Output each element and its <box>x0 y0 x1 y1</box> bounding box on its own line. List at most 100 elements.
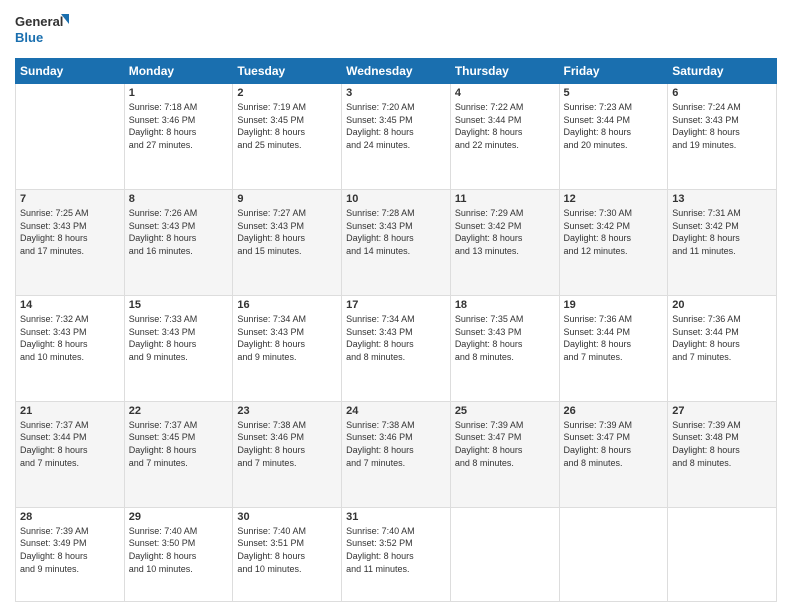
calendar-week-row: 1 Sunrise: 7:18 AM Sunset: 3:46 PM Daylig… <box>16 84 777 190</box>
day-number: 18 <box>455 299 555 311</box>
calendar-cell: 17 Sunrise: 7:34 AM Sunset: 3:43 PM Dayli… <box>342 295 451 401</box>
calendar-cell: 12 Sunrise: 7:30 AM Sunset: 3:42 PM Dayli… <box>559 189 668 295</box>
day-info: Sunrise: 7:31 AM Sunset: 3:42 PM Dayligh… <box>672 207 772 257</box>
day-info: Sunrise: 7:40 AM Sunset: 3:50 PM Dayligh… <box>129 525 229 575</box>
calendar-cell: 22 Sunrise: 7:37 AM Sunset: 3:45 PM Dayli… <box>124 401 233 507</box>
calendar-cell: 2 Sunrise: 7:19 AM Sunset: 3:45 PM Daylig… <box>233 84 342 190</box>
day-number: 22 <box>129 405 229 417</box>
weekday-header-thursday: Thursday <box>450 59 559 84</box>
day-info: Sunrise: 7:35 AM Sunset: 3:43 PM Dayligh… <box>455 313 555 363</box>
day-info: Sunrise: 7:23 AM Sunset: 3:44 PM Dayligh… <box>564 101 664 151</box>
day-info: Sunrise: 7:39 AM Sunset: 3:47 PM Dayligh… <box>455 419 555 469</box>
calendar-table: SundayMondayTuesdayWednesdayThursdayFrid… <box>15 58 777 602</box>
day-number: 1 <box>129 87 229 99</box>
calendar-cell: 10Sunrise: 7:28 AM Sunset: 3:43 PM Dayli… <box>342 189 451 295</box>
day-info: Sunrise: 7:24 AM Sunset: 3:43 PM Dayligh… <box>672 101 772 151</box>
calendar-cell: 16 Sunrise: 7:34 AM Sunset: 3:43 PM Dayli… <box>233 295 342 401</box>
calendar-cell: 4 Sunrise: 7:22 AM Sunset: 3:44 PM Daylig… <box>450 84 559 190</box>
day-info: Sunrise: 7:38 AM Sunset: 3:46 PM Dayligh… <box>237 419 337 469</box>
logo: General Blue <box>15 10 70 50</box>
weekday-header-friday: Friday <box>559 59 668 84</box>
calendar-cell: 31 Sunrise: 7:40 AM Sunset: 3:52 PM Dayli… <box>342 507 451 601</box>
day-number: 9 <box>237 193 337 205</box>
calendar-week-row: 21 Sunrise: 7:37 AM Sunset: 3:44 PM Dayli… <box>16 401 777 507</box>
day-info: Sunrise: 7:36 AM Sunset: 3:44 PM Dayligh… <box>672 313 772 363</box>
day-info: Sunrise: 7:39 AM Sunset: 3:48 PM Dayligh… <box>672 419 772 469</box>
day-info: Sunrise: 7:37 AM Sunset: 3:45 PM Dayligh… <box>129 419 229 469</box>
day-info: Sunrise: 7:18 AM Sunset: 3:46 PM Dayligh… <box>129 101 229 151</box>
calendar-cell <box>450 507 559 601</box>
calendar-cell: 29 Sunrise: 7:40 AM Sunset: 3:50 PM Dayli… <box>124 507 233 601</box>
calendar-cell: 11 Sunrise: 7:29 AM Sunset: 3:42 PM Dayli… <box>450 189 559 295</box>
day-info: Sunrise: 7:32 AM Sunset: 3:43 PM Dayligh… <box>20 313 120 363</box>
calendar-cell: 30Sunrise: 7:40 AM Sunset: 3:51 PM Dayli… <box>233 507 342 601</box>
calendar-cell: 23 Sunrise: 7:38 AM Sunset: 3:46 PM Dayli… <box>233 401 342 507</box>
weekday-header-wednesday: Wednesday <box>342 59 451 84</box>
svg-text:Blue: Blue <box>15 30 43 45</box>
header: General Blue <box>15 10 777 50</box>
day-info: Sunrise: 7:20 AM Sunset: 3:45 PM Dayligh… <box>346 101 446 151</box>
day-info: Sunrise: 7:22 AM Sunset: 3:44 PM Dayligh… <box>455 101 555 151</box>
calendar-container: General Blue SundayMondayTuesdayWednesda… <box>0 0 792 612</box>
calendar-cell: 6 Sunrise: 7:24 AM Sunset: 3:43 PM Daylig… <box>668 84 777 190</box>
day-number: 14 <box>20 299 120 311</box>
calendar-cell <box>559 507 668 601</box>
calendar-week-row: 7Sunrise: 7:25 AM Sunset: 3:43 PM Daylig… <box>16 189 777 295</box>
day-info: Sunrise: 7:37 AM Sunset: 3:44 PM Dayligh… <box>20 419 120 469</box>
day-number: 16 <box>237 299 337 311</box>
day-number: 4 <box>455 87 555 99</box>
weekday-header-tuesday: Tuesday <box>233 59 342 84</box>
day-number: 13 <box>672 193 772 205</box>
day-number: 12 <box>564 193 664 205</box>
calendar-week-row: 14 Sunrise: 7:32 AM Sunset: 3:43 PM Dayli… <box>16 295 777 401</box>
day-info: Sunrise: 7:34 AM Sunset: 3:43 PM Dayligh… <box>346 313 446 363</box>
calendar-cell: 19Sunrise: 7:36 AM Sunset: 3:44 PM Dayli… <box>559 295 668 401</box>
day-info: Sunrise: 7:36 AM Sunset: 3:44 PM Dayligh… <box>564 313 664 363</box>
day-number: 11 <box>455 193 555 205</box>
calendar-cell: 9 Sunrise: 7:27 AM Sunset: 3:43 PM Daylig… <box>233 189 342 295</box>
calendar-cell <box>668 507 777 601</box>
day-number: 23 <box>237 405 337 417</box>
day-number: 6 <box>672 87 772 99</box>
svg-text:General: General <box>15 14 63 29</box>
day-number: 3 <box>346 87 446 99</box>
day-number: 31 <box>346 511 446 523</box>
day-info: Sunrise: 7:40 AM Sunset: 3:52 PM Dayligh… <box>346 525 446 575</box>
day-number: 2 <box>237 87 337 99</box>
calendar-cell: 14 Sunrise: 7:32 AM Sunset: 3:43 PM Dayli… <box>16 295 125 401</box>
day-number: 17 <box>346 299 446 311</box>
calendar-cell: 27Sunrise: 7:39 AM Sunset: 3:48 PM Dayli… <box>668 401 777 507</box>
day-number: 28 <box>20 511 120 523</box>
day-number: 29 <box>129 511 229 523</box>
calendar-cell: 8Sunrise: 7:26 AM Sunset: 3:43 PM Daylig… <box>124 189 233 295</box>
calendar-cell: 1 Sunrise: 7:18 AM Sunset: 3:46 PM Daylig… <box>124 84 233 190</box>
day-info: Sunrise: 7:25 AM Sunset: 3:43 PM Dayligh… <box>20 207 120 257</box>
day-info: Sunrise: 7:38 AM Sunset: 3:46 PM Dayligh… <box>346 419 446 469</box>
day-info: Sunrise: 7:39 AM Sunset: 3:47 PM Dayligh… <box>564 419 664 469</box>
calendar-cell: 20Sunrise: 7:36 AM Sunset: 3:44 PM Dayli… <box>668 295 777 401</box>
day-info: Sunrise: 7:27 AM Sunset: 3:43 PM Dayligh… <box>237 207 337 257</box>
calendar-cell: 25 Sunrise: 7:39 AM Sunset: 3:47 PM Dayli… <box>450 401 559 507</box>
day-info: Sunrise: 7:34 AM Sunset: 3:43 PM Dayligh… <box>237 313 337 363</box>
weekday-header-saturday: Saturday <box>668 59 777 84</box>
calendar-cell: 7Sunrise: 7:25 AM Sunset: 3:43 PM Daylig… <box>16 189 125 295</box>
calendar-cell: 18 Sunrise: 7:35 AM Sunset: 3:43 PM Dayli… <box>450 295 559 401</box>
day-info: Sunrise: 7:29 AM Sunset: 3:42 PM Dayligh… <box>455 207 555 257</box>
calendar-cell: 5 Sunrise: 7:23 AM Sunset: 3:44 PM Daylig… <box>559 84 668 190</box>
day-info: Sunrise: 7:30 AM Sunset: 3:42 PM Dayligh… <box>564 207 664 257</box>
weekday-header-monday: Monday <box>124 59 233 84</box>
day-info: Sunrise: 7:40 AM Sunset: 3:51 PM Dayligh… <box>237 525 337 575</box>
day-number: 25 <box>455 405 555 417</box>
weekday-header-row: SundayMondayTuesdayWednesdayThursdayFrid… <box>16 59 777 84</box>
day-number: 8 <box>129 193 229 205</box>
day-info: Sunrise: 7:28 AM Sunset: 3:43 PM Dayligh… <box>346 207 446 257</box>
calendar-cell: 28Sunrise: 7:39 AM Sunset: 3:49 PM Dayli… <box>16 507 125 601</box>
day-number: 15 <box>129 299 229 311</box>
logo-svg: General Blue <box>15 10 70 50</box>
day-info: Sunrise: 7:19 AM Sunset: 3:45 PM Dayligh… <box>237 101 337 151</box>
calendar-cell: 13 Sunrise: 7:31 AM Sunset: 3:42 PM Dayli… <box>668 189 777 295</box>
day-number: 5 <box>564 87 664 99</box>
weekday-header-sunday: Sunday <box>16 59 125 84</box>
day-number: 21 <box>20 405 120 417</box>
day-number: 24 <box>346 405 446 417</box>
